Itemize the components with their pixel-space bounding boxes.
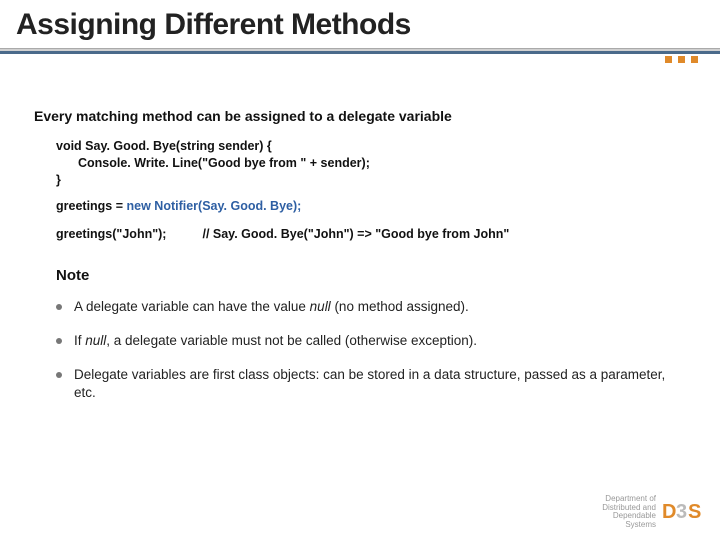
footer-logo: Department of Distributed and Dependable… [602,495,706,530]
content-area: Every matching method can be assigned to… [0,54,720,403]
code-line: } [56,172,686,189]
note-emph: null [85,333,106,348]
decorative-dots [665,56,698,63]
note-heading: Note [56,267,686,284]
call-expr: greetings("John"); [56,227,166,241]
code-block: void Say. Good. Bye(string sender) { Con… [56,138,686,189]
list-item: If null, a delegate variable must not be… [56,332,686,350]
footer-affiliation: Department of Distributed and Dependable… [602,495,656,530]
note-text: If [74,333,85,348]
note-emph: null [310,299,331,314]
assign-rhs: new Notifier(Say. Good. Bye); [127,199,302,213]
title-area: Assigning Different Methods [0,0,720,42]
note-text: (no method assigned). [331,299,469,314]
notes-list: A delegate variable can have the value n… [56,298,686,403]
footer-line: Systems [602,521,656,530]
d3s-logo-icon: D 3 S [662,498,706,526]
list-item: Delegate variables are first class objec… [56,366,686,402]
note-text: , a delegate variable must not be called… [106,333,477,348]
code-line: Console. Write. Line("Good bye from " + … [78,155,686,172]
note-text: Delegate variables are first class objec… [74,367,665,400]
call-row: greetings("John"); // Say. Good. Bye("Jo… [56,227,686,241]
svg-text:S: S [688,501,701,523]
note-text: A delegate variable can have the value [74,299,310,314]
assign-line: greetings = new Notifier(Say. Good. Bye)… [56,199,686,213]
call-comment: // Say. Good. Bye("John") => "Good bye f… [202,227,509,241]
assign-lhs: greetings = [56,199,127,213]
slide-title: Assigning Different Methods [16,8,704,42]
lead-sentence: Every matching method can be assigned to… [34,108,686,124]
svg-text:3: 3 [676,501,687,523]
code-line: void Say. Good. Bye(string sender) { [56,138,686,155]
svg-text:D: D [662,501,676,523]
list-item: A delegate variable can have the value n… [56,298,686,316]
